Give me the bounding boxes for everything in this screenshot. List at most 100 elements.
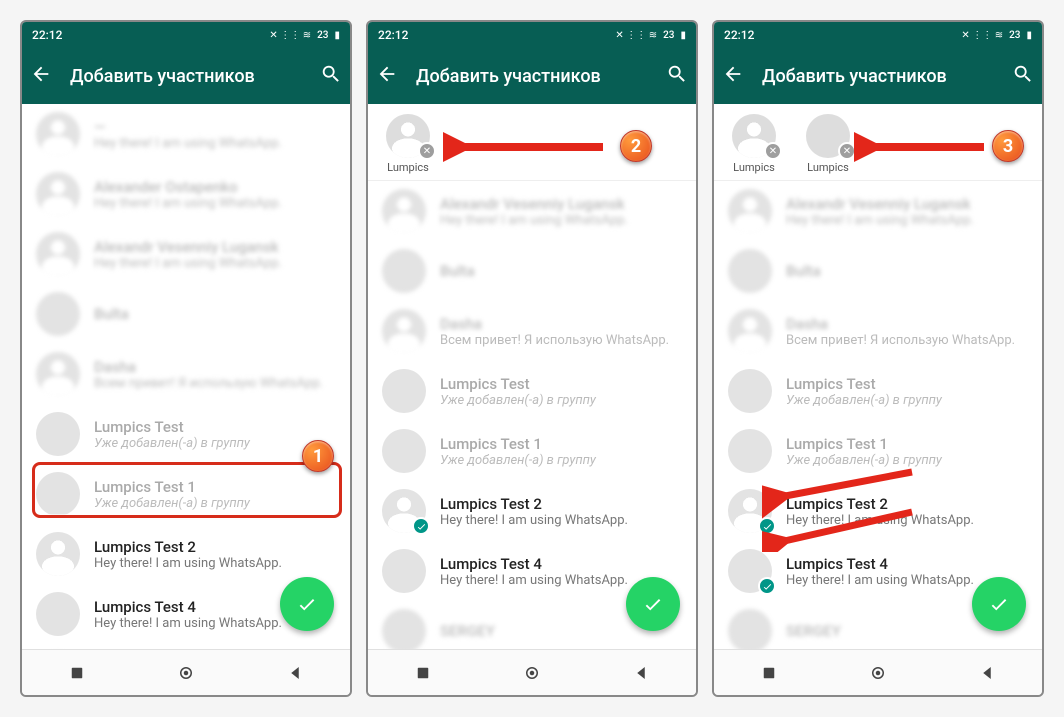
contact-row[interactable]: Lumpics Test 2Hey there! I am using What… (368, 481, 696, 541)
back-button[interactable] (376, 63, 398, 89)
status-bar: 22:12 ✕ ⋮⋮ ≋ 23▮ (22, 22, 350, 48)
contact-row: Lumpics TestУже добавлен(-а) в группу (368, 361, 696, 421)
avatar (382, 369, 426, 413)
contact-name: Lumpics Test 1 (94, 478, 336, 496)
android-nav-bar (22, 649, 350, 695)
home-icon[interactable] (523, 664, 541, 682)
contact-row[interactable]: DashaВсем привет! Я использую WhatsApp. (368, 301, 696, 361)
android-nav-bar (368, 649, 696, 695)
contact-row[interactable]: SERGEY (22, 644, 350, 649)
contact-row[interactable]: Bulta (714, 241, 1042, 301)
status-icons: ✕ ⋮⋮ ≋ 23▮ (269, 30, 340, 41)
contact-name: Lumpics Test 4 (786, 555, 1028, 573)
contact-row[interactable]: DashaВсем привет! Я использую WhatsApp. (22, 344, 350, 404)
contact-text: Bulta (440, 262, 682, 280)
contact-row[interactable]: —Hey there! I am using WhatsApp. (22, 104, 350, 164)
contact-row[interactable]: DashaВсем привет! Я использую WhatsApp. (714, 301, 1042, 361)
avatar (728, 609, 772, 649)
clock: 22:12 (32, 28, 62, 42)
app-header: Добавить участников (22, 48, 350, 104)
contact-name: — (94, 118, 336, 136)
contact-status: Hey there! I am using WhatsApp. (94, 136, 336, 151)
contact-status: Hey there! I am using WhatsApp. (94, 196, 336, 211)
confirm-fab[interactable] (626, 577, 680, 631)
contact-row[interactable]: Bulta (22, 284, 350, 344)
contact-row[interactable]: Alexandr Vesenniy LuganskHey there! I am… (368, 181, 696, 241)
recent-apps-icon[interactable] (68, 664, 86, 682)
contact-name: Bulta (94, 305, 336, 323)
contact-status: Уже добавлен(-а) в группу (440, 393, 682, 408)
chip-label: Lumpics (807, 161, 849, 174)
contact-name: Bulta (786, 262, 1028, 280)
selected-check-icon (758, 577, 776, 595)
home-icon[interactable] (869, 664, 887, 682)
back-nav-icon[interactable] (978, 664, 996, 682)
contact-name: Lumpics Test 2 (440, 495, 682, 513)
contact-row[interactable]: Bulta (368, 241, 696, 301)
avatar (36, 172, 80, 216)
contact-status: Уже добавлен(-а) в группу (440, 453, 682, 468)
contact-name: Lumpics Test 2 (94, 538, 336, 556)
contact-name: Lumpics Test (440, 375, 682, 393)
back-nav-icon[interactable] (286, 664, 304, 682)
avatar (36, 112, 80, 156)
contact-row[interactable]: Alexandr Vesenniy LuganskHey there! I am… (22, 224, 350, 284)
contact-row: Lumpics TestУже добавлен(-а) в группу (714, 361, 1042, 421)
contact-name: Lumpics Test 4 (440, 555, 682, 573)
remove-chip-icon[interactable]: ✕ (838, 142, 856, 160)
contact-name: Alexandr Vesenniy Lugansk (786, 195, 1028, 213)
contact-text: Lumpics Test 1Уже добавлен(-а) в группу (786, 435, 1028, 468)
avatar (36, 412, 80, 456)
confirm-fab[interactable] (280, 577, 334, 631)
search-icon (666, 63, 688, 85)
selected-chip[interactable]: ✕Lumpics (728, 114, 780, 174)
contact-name: Lumpics Test 2 (786, 495, 1028, 513)
remove-chip-icon[interactable]: ✕ (418, 142, 436, 160)
contact-row[interactable]: Lumpics Test 2Hey there! I am using What… (22, 524, 350, 584)
avatar (382, 429, 426, 473)
recent-apps-icon[interactable] (760, 664, 778, 682)
avatar (36, 292, 80, 336)
avatar (728, 249, 772, 293)
recent-apps-icon[interactable] (414, 664, 432, 682)
back-nav-icon[interactable] (632, 664, 650, 682)
avatar (382, 189, 426, 233)
clock: 22:12 (378, 28, 408, 42)
confirm-fab[interactable] (972, 577, 1026, 631)
contact-row[interactable]: Alexandr Vesenniy LuganskHey there! I am… (714, 181, 1042, 241)
contact-row: Lumpics Test 1Уже добавлен(-а) в группу (714, 421, 1042, 481)
back-button[interactable] (30, 63, 52, 89)
contact-text: Lumpics Test 1Уже добавлен(-а) в группу (440, 435, 682, 468)
avatar (728, 429, 772, 473)
contact-text: —Hey there! I am using WhatsApp. (94, 118, 336, 151)
contact-text: Bulta (786, 262, 1028, 280)
contact-row[interactable]: Alexander OstapenkoHey there! I am using… (22, 164, 350, 224)
selected-chip[interactable]: ✕Lumpics (802, 114, 854, 174)
avatar (36, 232, 80, 276)
search-button[interactable] (320, 63, 342, 89)
contact-status: Hey there! I am using WhatsApp. (786, 513, 1028, 528)
remove-chip-icon[interactable]: ✕ (764, 142, 782, 160)
contact-row[interactable]: Lumpics Test 2Hey there! I am using What… (714, 481, 1042, 541)
clock: 22:12 (724, 28, 754, 42)
contact-status: Уже добавлен(-а) в группу (94, 436, 336, 451)
search-button[interactable] (1012, 63, 1034, 89)
avatar (728, 369, 772, 413)
avatar (382, 549, 426, 593)
contact-status: Hey there! I am using WhatsApp. (440, 513, 682, 528)
contact-list[interactable]: —Hey there! I am using WhatsApp.Alexande… (22, 104, 350, 649)
search-button[interactable] (666, 63, 688, 89)
header-title: Добавить участников (70, 66, 302, 87)
status-bar: 22:12 ✕ ⋮⋮ ≋ 23▮ (714, 22, 1042, 48)
avatar (728, 189, 772, 233)
arrow-left-icon (722, 63, 744, 85)
step-badge-3: 3 (992, 130, 1024, 162)
home-icon[interactable] (177, 664, 195, 682)
phone-screen-1: 22:12 ✕ ⋮⋮ ≋ 23▮ Добавить участников —He… (20, 20, 352, 697)
step-badge-2: 2 (620, 130, 652, 162)
step-badge-1: 1 (302, 440, 334, 472)
contact-status: Всем привет! Я использую WhatsApp. (440, 333, 682, 348)
back-button[interactable] (722, 63, 744, 89)
selected-chip[interactable]: ✕Lumpics (382, 114, 434, 174)
status-bar: 22:12 ✕ ⋮⋮ ≋ 23▮ (368, 22, 696, 48)
